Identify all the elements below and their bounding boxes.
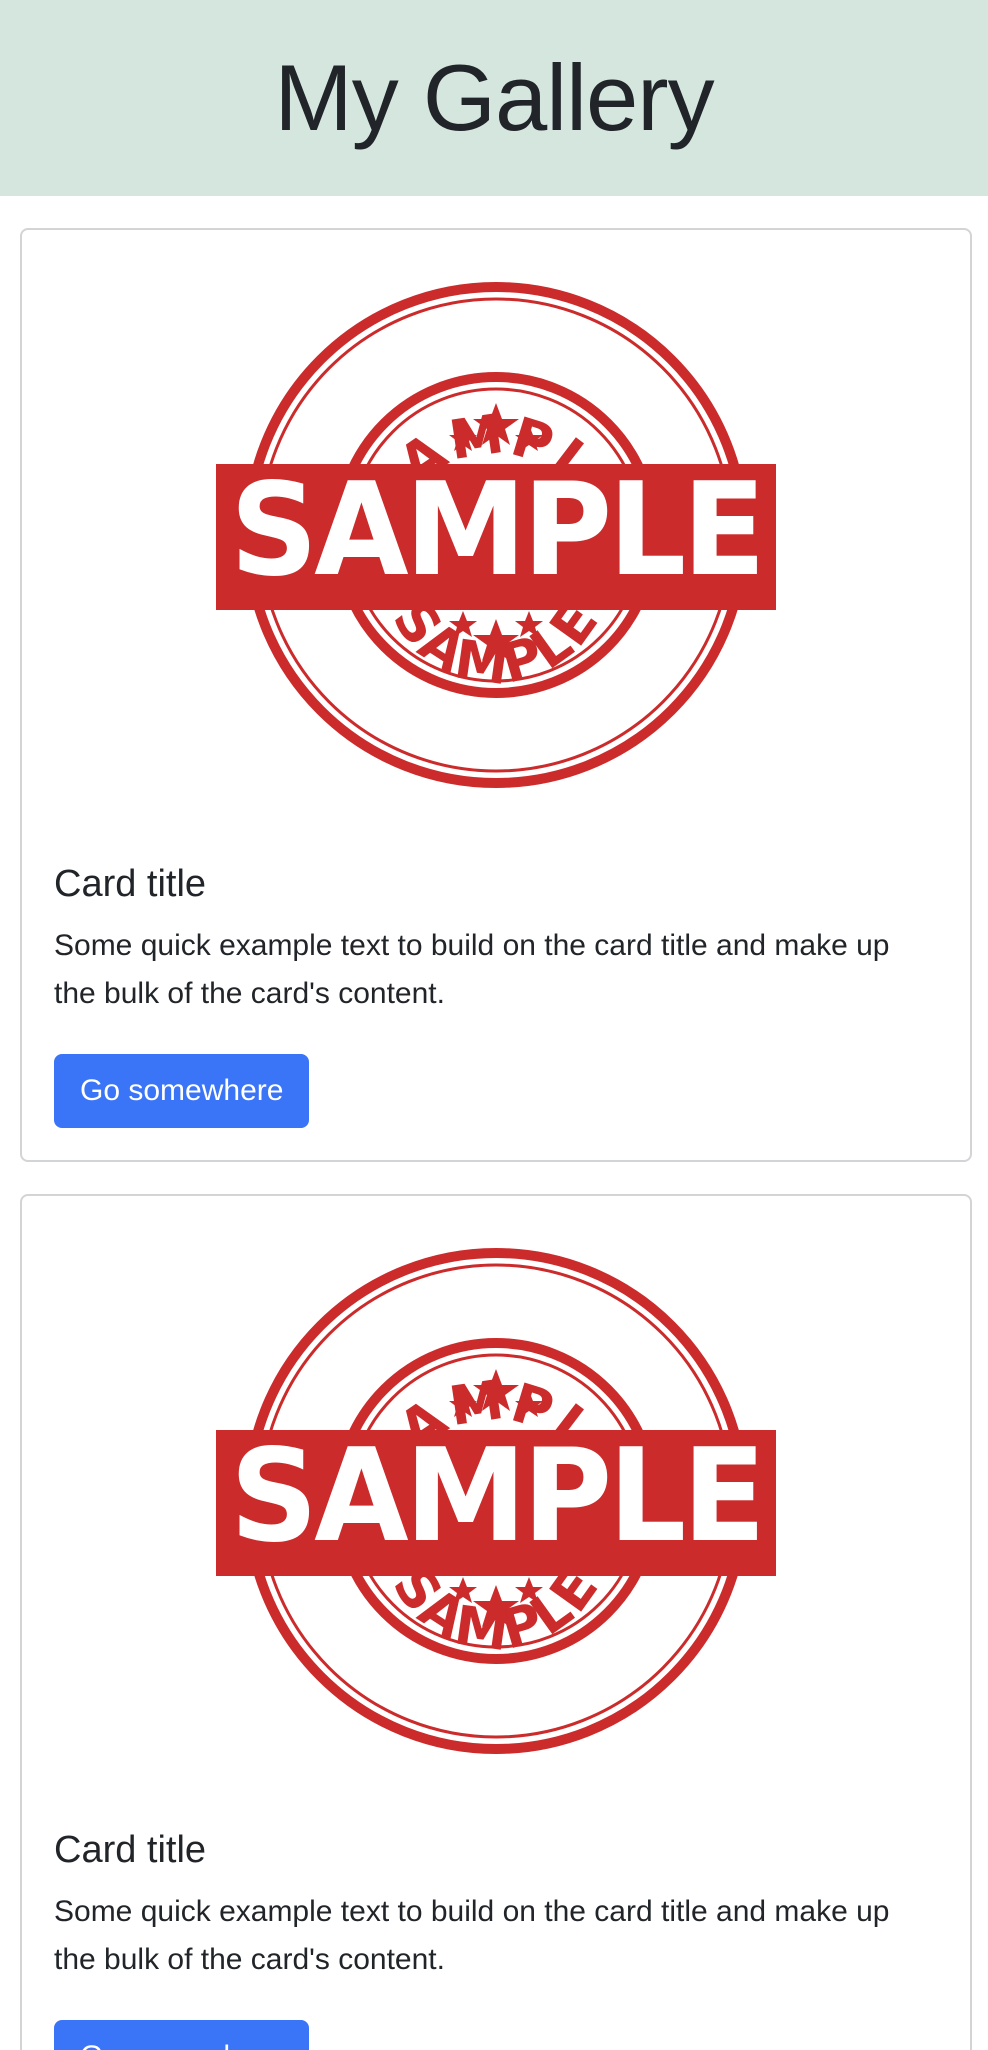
card-body: Card title Some quick example text to bu… bbox=[22, 860, 970, 1160]
gallery-card: SAMPLE SAMPLE SAMPLE Card title Some qui… bbox=[20, 1194, 972, 2050]
go-somewhere-button[interactable]: Go somewhere bbox=[54, 2020, 310, 2050]
sample-stamp-icon: SAMPLE SAMPLE SAMPLE bbox=[216, 282, 776, 788]
svg-text:SAMPLE: SAMPLE bbox=[230, 456, 762, 605]
page-title: My Gallery bbox=[274, 45, 714, 150]
card-list: SAMPLE SAMPLE SAMPLE bbox=[0, 196, 988, 2050]
card-body: Card title Some quick example text to bu… bbox=[22, 1826, 970, 2050]
card-title: Card title bbox=[54, 1829, 207, 1871]
card-text: Some quick example text to build on the … bbox=[54, 1895, 890, 1976]
card-text: Some quick example text to build on the … bbox=[54, 929, 890, 1010]
go-somewhere-button[interactable]: Go somewhere bbox=[54, 1054, 310, 1128]
svg-text:SAMPLE: SAMPLE bbox=[230, 1422, 762, 1571]
card-title: Card title bbox=[54, 863, 207, 905]
gallery-card: SAMPLE SAMPLE SAMPLE bbox=[20, 228, 972, 1162]
sample-stamp-icon: SAMPLE SAMPLE SAMPLE bbox=[216, 1248, 776, 1754]
page-header: My Gallery bbox=[0, 0, 988, 196]
